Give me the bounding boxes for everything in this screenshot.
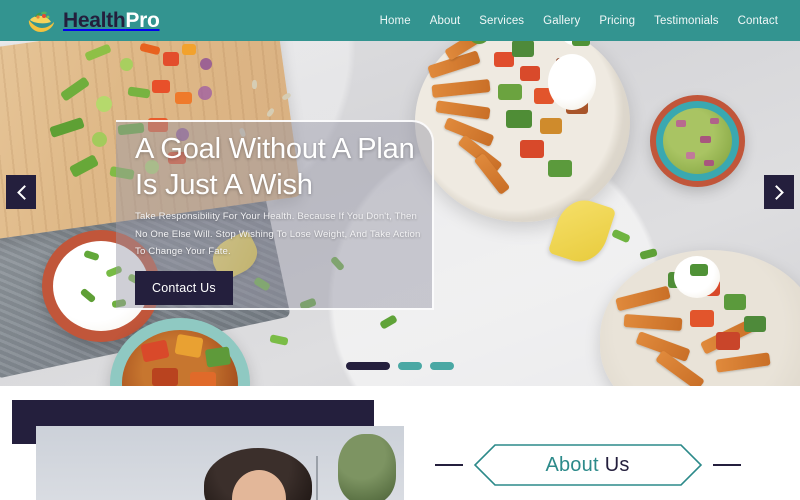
- chili-veg: [174, 333, 204, 359]
- hero-title: A Goal Without A Plan Is Just A Wish: [135, 132, 445, 204]
- hero-description: Take Responsibility For Your Health. Bec…: [135, 211, 421, 258]
- garnish: [506, 110, 532, 128]
- seed-speck: [252, 80, 257, 89]
- chili-veg: [152, 368, 178, 386]
- about-heading-part-2: Us: [604, 453, 630, 476]
- chopped-veg: [163, 52, 179, 66]
- garnish: [716, 332, 740, 350]
- nav-item-gallery[interactable]: Gallery: [543, 15, 580, 27]
- nav-item-contact[interactable]: Contact: [738, 15, 778, 27]
- about-heading-part-1: About: [545, 453, 599, 476]
- nav-item-testimonials[interactable]: Testimonials: [654, 15, 718, 27]
- carousel-next-button[interactable]: [764, 175, 794, 209]
- brand-text-pro: Pro: [125, 9, 160, 32]
- onion-bit: [700, 136, 711, 143]
- carousel-dot-3[interactable]: [430, 362, 454, 370]
- garnish: [512, 40, 534, 57]
- site-header: HealthPro Home About Services Gallery Pr…: [0, 0, 800, 41]
- salad-bowl-icon: [26, 9, 56, 33]
- carousel-indicators: [0, 362, 800, 370]
- garnish: [520, 140, 544, 158]
- chopped-veg: [182, 44, 196, 55]
- contact-us-button[interactable]: Contact Us: [135, 271, 233, 305]
- onion-bit: [686, 152, 695, 159]
- nav-item-services[interactable]: Services: [479, 15, 524, 27]
- chopped-veg: [200, 58, 212, 70]
- chopped-veg: [92, 132, 107, 147]
- about-heading-text: About Us: [473, 443, 703, 487]
- garnish: [548, 160, 572, 177]
- chevron-right-icon: [774, 184, 785, 200]
- carousel-prev-button[interactable]: [6, 175, 36, 209]
- brand-text-health: Health: [63, 9, 126, 32]
- garnish: [520, 66, 540, 81]
- chili-veg: [190, 372, 216, 386]
- landing-page: A Goal Without A Plan Is Just A Wish Tak…: [0, 0, 800, 500]
- chevron-left-icon: [16, 184, 27, 200]
- sour-cream-dollop: [674, 256, 720, 298]
- heading-dash-right: [712, 464, 741, 466]
- nav-item-about[interactable]: About: [430, 15, 461, 27]
- photo-pole: [316, 456, 318, 500]
- brand-logo[interactable]: HealthPro: [26, 9, 160, 33]
- garnish: [498, 84, 522, 100]
- photo-tree: [338, 434, 396, 500]
- about-content-card: About Us: [410, 425, 765, 500]
- carousel-dot-2[interactable]: [398, 362, 422, 370]
- chopped-veg: [175, 92, 192, 104]
- carousel-dot-1[interactable]: [346, 362, 390, 370]
- guacamole-bowl: [650, 95, 745, 187]
- about-section: About Us: [0, 386, 800, 500]
- onion-bit: [710, 118, 719, 124]
- garnish: [744, 316, 766, 332]
- brand-text: HealthPro: [63, 10, 160, 31]
- about-heading-group: About Us: [410, 425, 765, 500]
- garnish: [494, 52, 514, 67]
- nav-item-pricing[interactable]: Pricing: [599, 15, 635, 27]
- garnish: [690, 264, 708, 276]
- hero-title-line-1: A Goal Without A Plan: [135, 133, 415, 165]
- onion-bit: [704, 160, 714, 166]
- garnish: [540, 118, 562, 134]
- about-portrait-photo: [36, 426, 404, 500]
- chopped-veg: [120, 58, 133, 71]
- onion-bit: [676, 120, 686, 127]
- main-navigation: Home About Services Gallery Pricing Test…: [380, 15, 778, 27]
- hero-title-line-2: Is Just A Wish: [135, 168, 313, 201]
- chopped-veg: [198, 86, 212, 100]
- sour-cream-dollop: [548, 54, 596, 110]
- about-heading-hexagon: About Us: [473, 443, 703, 487]
- hero-carousel: A Goal Without A Plan Is Just A Wish Tak…: [0, 0, 800, 386]
- chopped-veg: [96, 96, 112, 112]
- chopped-veg: [152, 80, 170, 93]
- garnish: [690, 310, 714, 327]
- garnish: [724, 294, 746, 310]
- nav-item-home[interactable]: Home: [380, 15, 411, 27]
- heading-dash-left: [434, 464, 463, 466]
